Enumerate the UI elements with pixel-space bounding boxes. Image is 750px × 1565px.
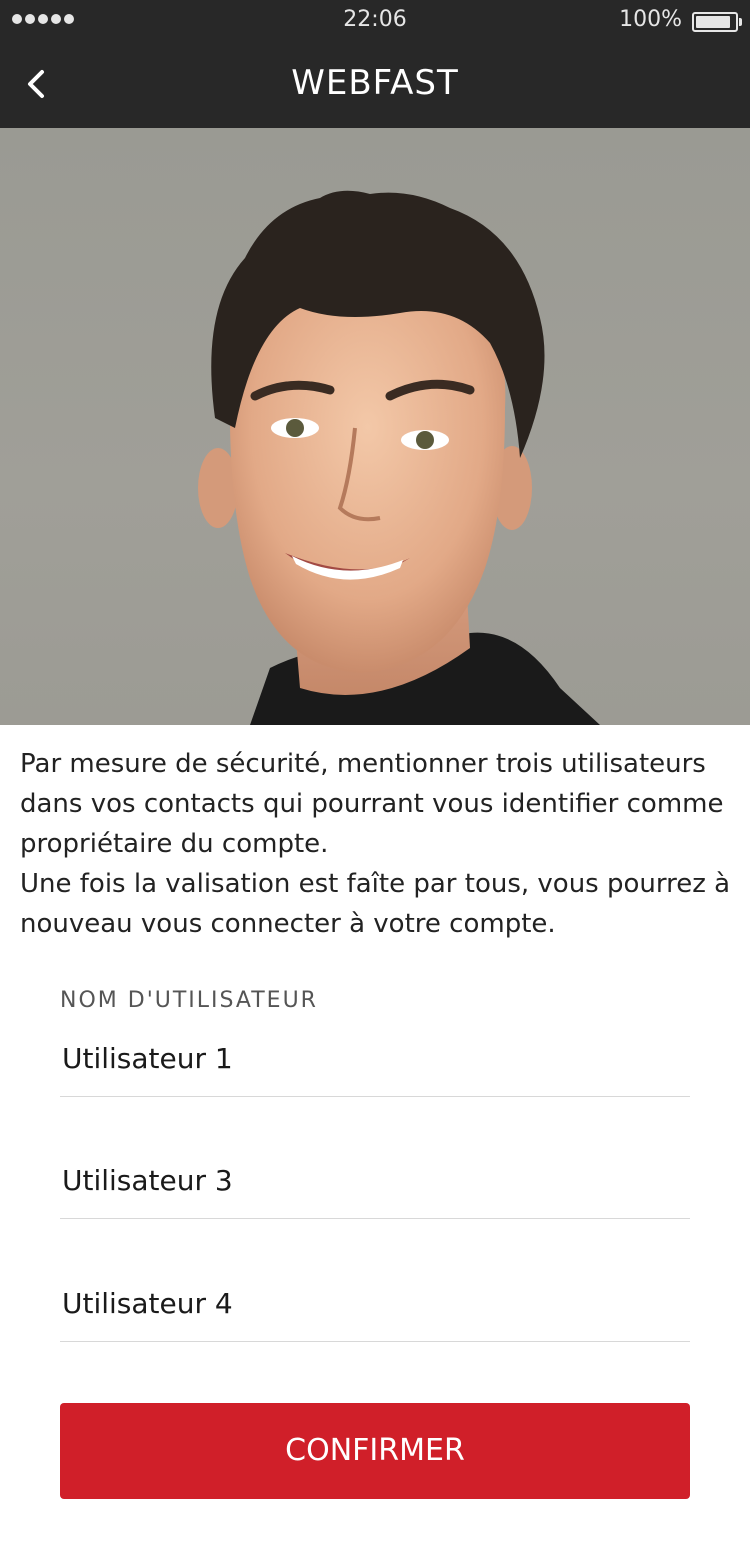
username-label: NOM D'UTILISATEUR [60, 988, 318, 1013]
description-paragraph-1: Par mesure de sécurité, mentionner trois… [20, 749, 724, 859]
username-value-3: Utilisateur 4 [62, 1287, 233, 1320]
page-title: WEBFAST [291, 63, 459, 103]
username-field-3[interactable]: Utilisateur 4 [60, 1281, 690, 1342]
username-value-1: Utilisateur 1 [62, 1042, 233, 1075]
username-field-2[interactable]: Utilisateur 3 [60, 1158, 690, 1219]
person-portrait-icon [198, 190, 600, 725]
username-value-2: Utilisateur 3 [62, 1164, 233, 1197]
battery-icon [692, 12, 742, 32]
username-field-1[interactable]: Utilisateur 1 [60, 1036, 690, 1097]
navigation-bar: WEBFAST [0, 40, 750, 128]
battery-percentage: 100% [619, 7, 682, 32]
status-bar: 22:06 100% [0, 0, 750, 40]
confirm-button[interactable]: CONFIRMER [60, 1403, 690, 1499]
security-description: Par mesure de sécurité, mentionner trois… [20, 744, 735, 944]
description-paragraph-2: Une fois la valisation est faîte par tou… [20, 869, 731, 939]
profile-photo [0, 128, 750, 725]
